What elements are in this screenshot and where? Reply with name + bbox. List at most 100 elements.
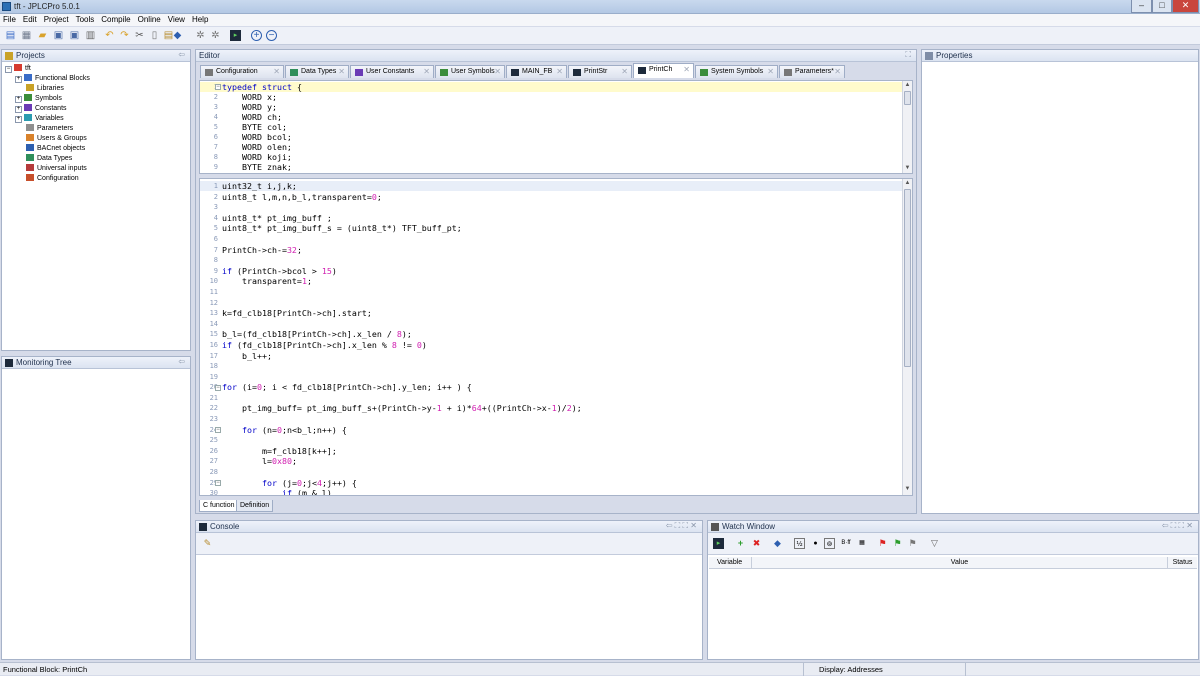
code-line[interactable]: 29− for (j=0;j<4;j++) { xyxy=(200,478,903,489)
filter-icon[interactable]: ▽ xyxy=(929,538,940,549)
fold-icon[interactable]: − xyxy=(215,426,221,433)
menu-help[interactable]: Help xyxy=(189,14,212,24)
code-line[interactable]: 23 xyxy=(200,414,903,425)
minimize-button[interactable]: – xyxy=(1131,0,1152,13)
menu-view[interactable]: View xyxy=(165,14,189,24)
add-variable-icon[interactable]: + xyxy=(735,538,746,549)
code-editor[interactable]: 1 uint32_t i,j,k; 2 uint8_t l,m,n,b_l,trans… xyxy=(199,178,913,496)
code-line[interactable]: 9 if (PrintCh->bcol > 15) xyxy=(200,266,903,277)
collapse-icon[interactable]: ⇦ xyxy=(178,50,185,59)
column-status[interactable]: Status xyxy=(1168,557,1197,569)
tab-user-constants[interactable]: User Constants ✕ xyxy=(350,65,434,78)
code-line[interactable]: 8 WORD koji; xyxy=(200,152,903,162)
print-icon[interactable]: ▥ xyxy=(85,30,96,41)
panel-controls-icon[interactable]: ⇦ ⛶ ⛶ ✕ xyxy=(666,521,697,531)
code-line[interactable]: 26 m=f_clb18[k++]; xyxy=(200,446,903,457)
struct-scrollbar[interactable]: ▲ ▼ xyxy=(902,81,912,173)
decimal-icon[interactable]: ● xyxy=(810,538,821,549)
code-line[interactable]: 18 xyxy=(200,361,903,372)
monitor-icon[interactable]: ▸ xyxy=(713,538,724,549)
compile-icon[interactable]: ◆ xyxy=(772,538,783,549)
code-line[interactable]: 10 transparent=1; xyxy=(200,276,903,287)
fold-icon[interactable]: − xyxy=(215,479,221,486)
copy-icon[interactable]: ▯ xyxy=(149,30,160,41)
code-line[interactable]: 7 WORD olen; xyxy=(200,142,903,152)
menu-edit[interactable]: Edit xyxy=(20,14,41,24)
scroll-thumb[interactable] xyxy=(904,189,911,367)
code-scrollbar[interactable]: ▲ ▼ xyxy=(902,179,912,495)
save-all-icon[interactable]: ▣ xyxy=(69,30,80,41)
scroll-down-icon[interactable]: ▼ xyxy=(903,164,912,173)
code-line[interactable]: 3 xyxy=(200,202,903,213)
tab-parameters[interactable]: Parameters* ✕ xyxy=(779,65,845,78)
open-folder-icon[interactable]: ▰ xyxy=(37,30,48,41)
expander-icon[interactable]: + xyxy=(15,116,22,123)
close-tab-icon[interactable]: ✕ xyxy=(556,66,563,78)
grey-flag-icon[interactable]: ⚑ xyxy=(907,538,918,549)
code-line[interactable]: 15 b_l=(fd_clb18[PrintCh->ch].x_len / 8); xyxy=(200,329,903,340)
tab-user-symbols[interactable]: User Symbols ✕ xyxy=(435,65,505,78)
menu-tools[interactable]: Tools xyxy=(73,14,99,24)
terminal-icon[interactable]: ▸ xyxy=(230,30,241,41)
close-tab-icon[interactable]: ✕ xyxy=(273,66,280,78)
scroll-up-icon[interactable]: ▲ xyxy=(903,81,912,90)
close-tab-icon[interactable]: ✕ xyxy=(494,66,501,78)
new-icon[interactable]: ▤ xyxy=(5,30,16,41)
code-line[interactable]: 19 xyxy=(200,372,903,383)
column-variable[interactable]: Variable xyxy=(709,557,752,569)
close-tab-icon[interactable]: ✕ xyxy=(767,66,774,78)
bits-icon[interactable]: ▦ xyxy=(856,538,868,549)
expander-icon[interactable]: + xyxy=(15,96,22,103)
fraction-display-icon[interactable]: ½ xyxy=(794,538,805,549)
code-line[interactable]: 14 xyxy=(200,319,903,330)
green-flag-icon[interactable]: ⚑ xyxy=(892,538,903,549)
code-line[interactable]: 5 uint8_t* pt_img_buff_s = (uint8_t*) TFT… xyxy=(200,223,903,234)
collapse-icon[interactable]: ⇦ xyxy=(178,357,185,366)
scroll-up-icon[interactable]: ▲ xyxy=(903,179,912,188)
code-line[interactable]: 6 WORD bcol; xyxy=(200,132,903,142)
code-line[interactable]: 17 b_l++; xyxy=(200,351,903,362)
red-flag-icon[interactable]: ⚑ xyxy=(877,538,888,549)
tree-item[interactable]: Parameters xyxy=(5,124,90,134)
remove-variable-icon[interactable]: ✖ xyxy=(751,538,762,549)
tab-c-function[interactable]: C function xyxy=(199,500,239,512)
code-line[interactable]: 27 l=0x80; xyxy=(200,456,903,467)
close-tab-icon[interactable]: ✕ xyxy=(423,66,430,78)
tab-definition[interactable]: Definition xyxy=(236,500,274,512)
clear-console-icon[interactable]: ✎ xyxy=(202,538,213,549)
code-line[interactable]: 5 BYTE col; xyxy=(200,122,903,132)
code-line[interactable]: 2 WORD x; xyxy=(200,92,903,102)
scroll-thumb[interactable] xyxy=(904,91,911,105)
tab-main-fb[interactable]: MAIN_FB ✕ xyxy=(506,65,567,78)
fold-icon[interactable]: − xyxy=(215,84,221,90)
code-line[interactable]: 13 k=fd_clb18[PrintCh->ch].start; xyxy=(200,308,903,319)
code-line[interactable]: 22 pt_img_buff= pt_img_buff_s+(PrintCh->… xyxy=(200,403,903,414)
binary-icon[interactable]: B·ff xyxy=(839,538,853,549)
code-line[interactable]: 25 xyxy=(200,435,903,446)
build-icon[interactable]: ✲ xyxy=(195,30,206,41)
tree-item[interactable]: Libraries xyxy=(5,84,90,94)
tab-printch[interactable]: PrintCh ✕ xyxy=(633,63,694,78)
cut-icon[interactable]: ✂ xyxy=(134,30,145,41)
close-tab-icon[interactable]: ✕ xyxy=(834,66,841,78)
expander-icon[interactable]: + xyxy=(15,76,22,83)
close-tab-icon[interactable]: ✕ xyxy=(683,64,690,76)
tree-item[interactable]: + Functional Blocks xyxy=(5,74,90,84)
code-line[interactable]: 4 uint8_t* pt_img_buff ; xyxy=(200,213,903,224)
code-line[interactable]: 21 xyxy=(200,393,903,404)
column-value[interactable]: Value xyxy=(752,557,1168,569)
code-line[interactable]: 30 if (m & l) xyxy=(200,488,903,495)
code-line[interactable]: 1−typedef struct { xyxy=(200,82,903,92)
undo-icon[interactable]: ↶ xyxy=(104,30,115,41)
close-tab-icon[interactable]: ✕ xyxy=(338,66,345,78)
tree-item[interactable]: + Variables xyxy=(5,114,90,124)
code-line[interactable]: 3 WORD y; xyxy=(200,102,903,112)
code-line[interactable]: 6 xyxy=(200,234,903,245)
panel-controls-icon[interactable]: ⇦ ⛶ ⛶ ✕ xyxy=(1162,521,1193,531)
code-line[interactable]: 9 BYTE znak; xyxy=(200,162,903,172)
open-icon[interactable]: ▦ xyxy=(21,30,32,41)
menu-online[interactable]: Online xyxy=(135,14,165,24)
zoom-out-icon[interactable]: − xyxy=(266,30,277,41)
code-line[interactable]: 1 uint32_t i,j,k; xyxy=(200,181,903,192)
code-line[interactable]: 7 PrintCh->ch-=32; xyxy=(200,245,903,256)
